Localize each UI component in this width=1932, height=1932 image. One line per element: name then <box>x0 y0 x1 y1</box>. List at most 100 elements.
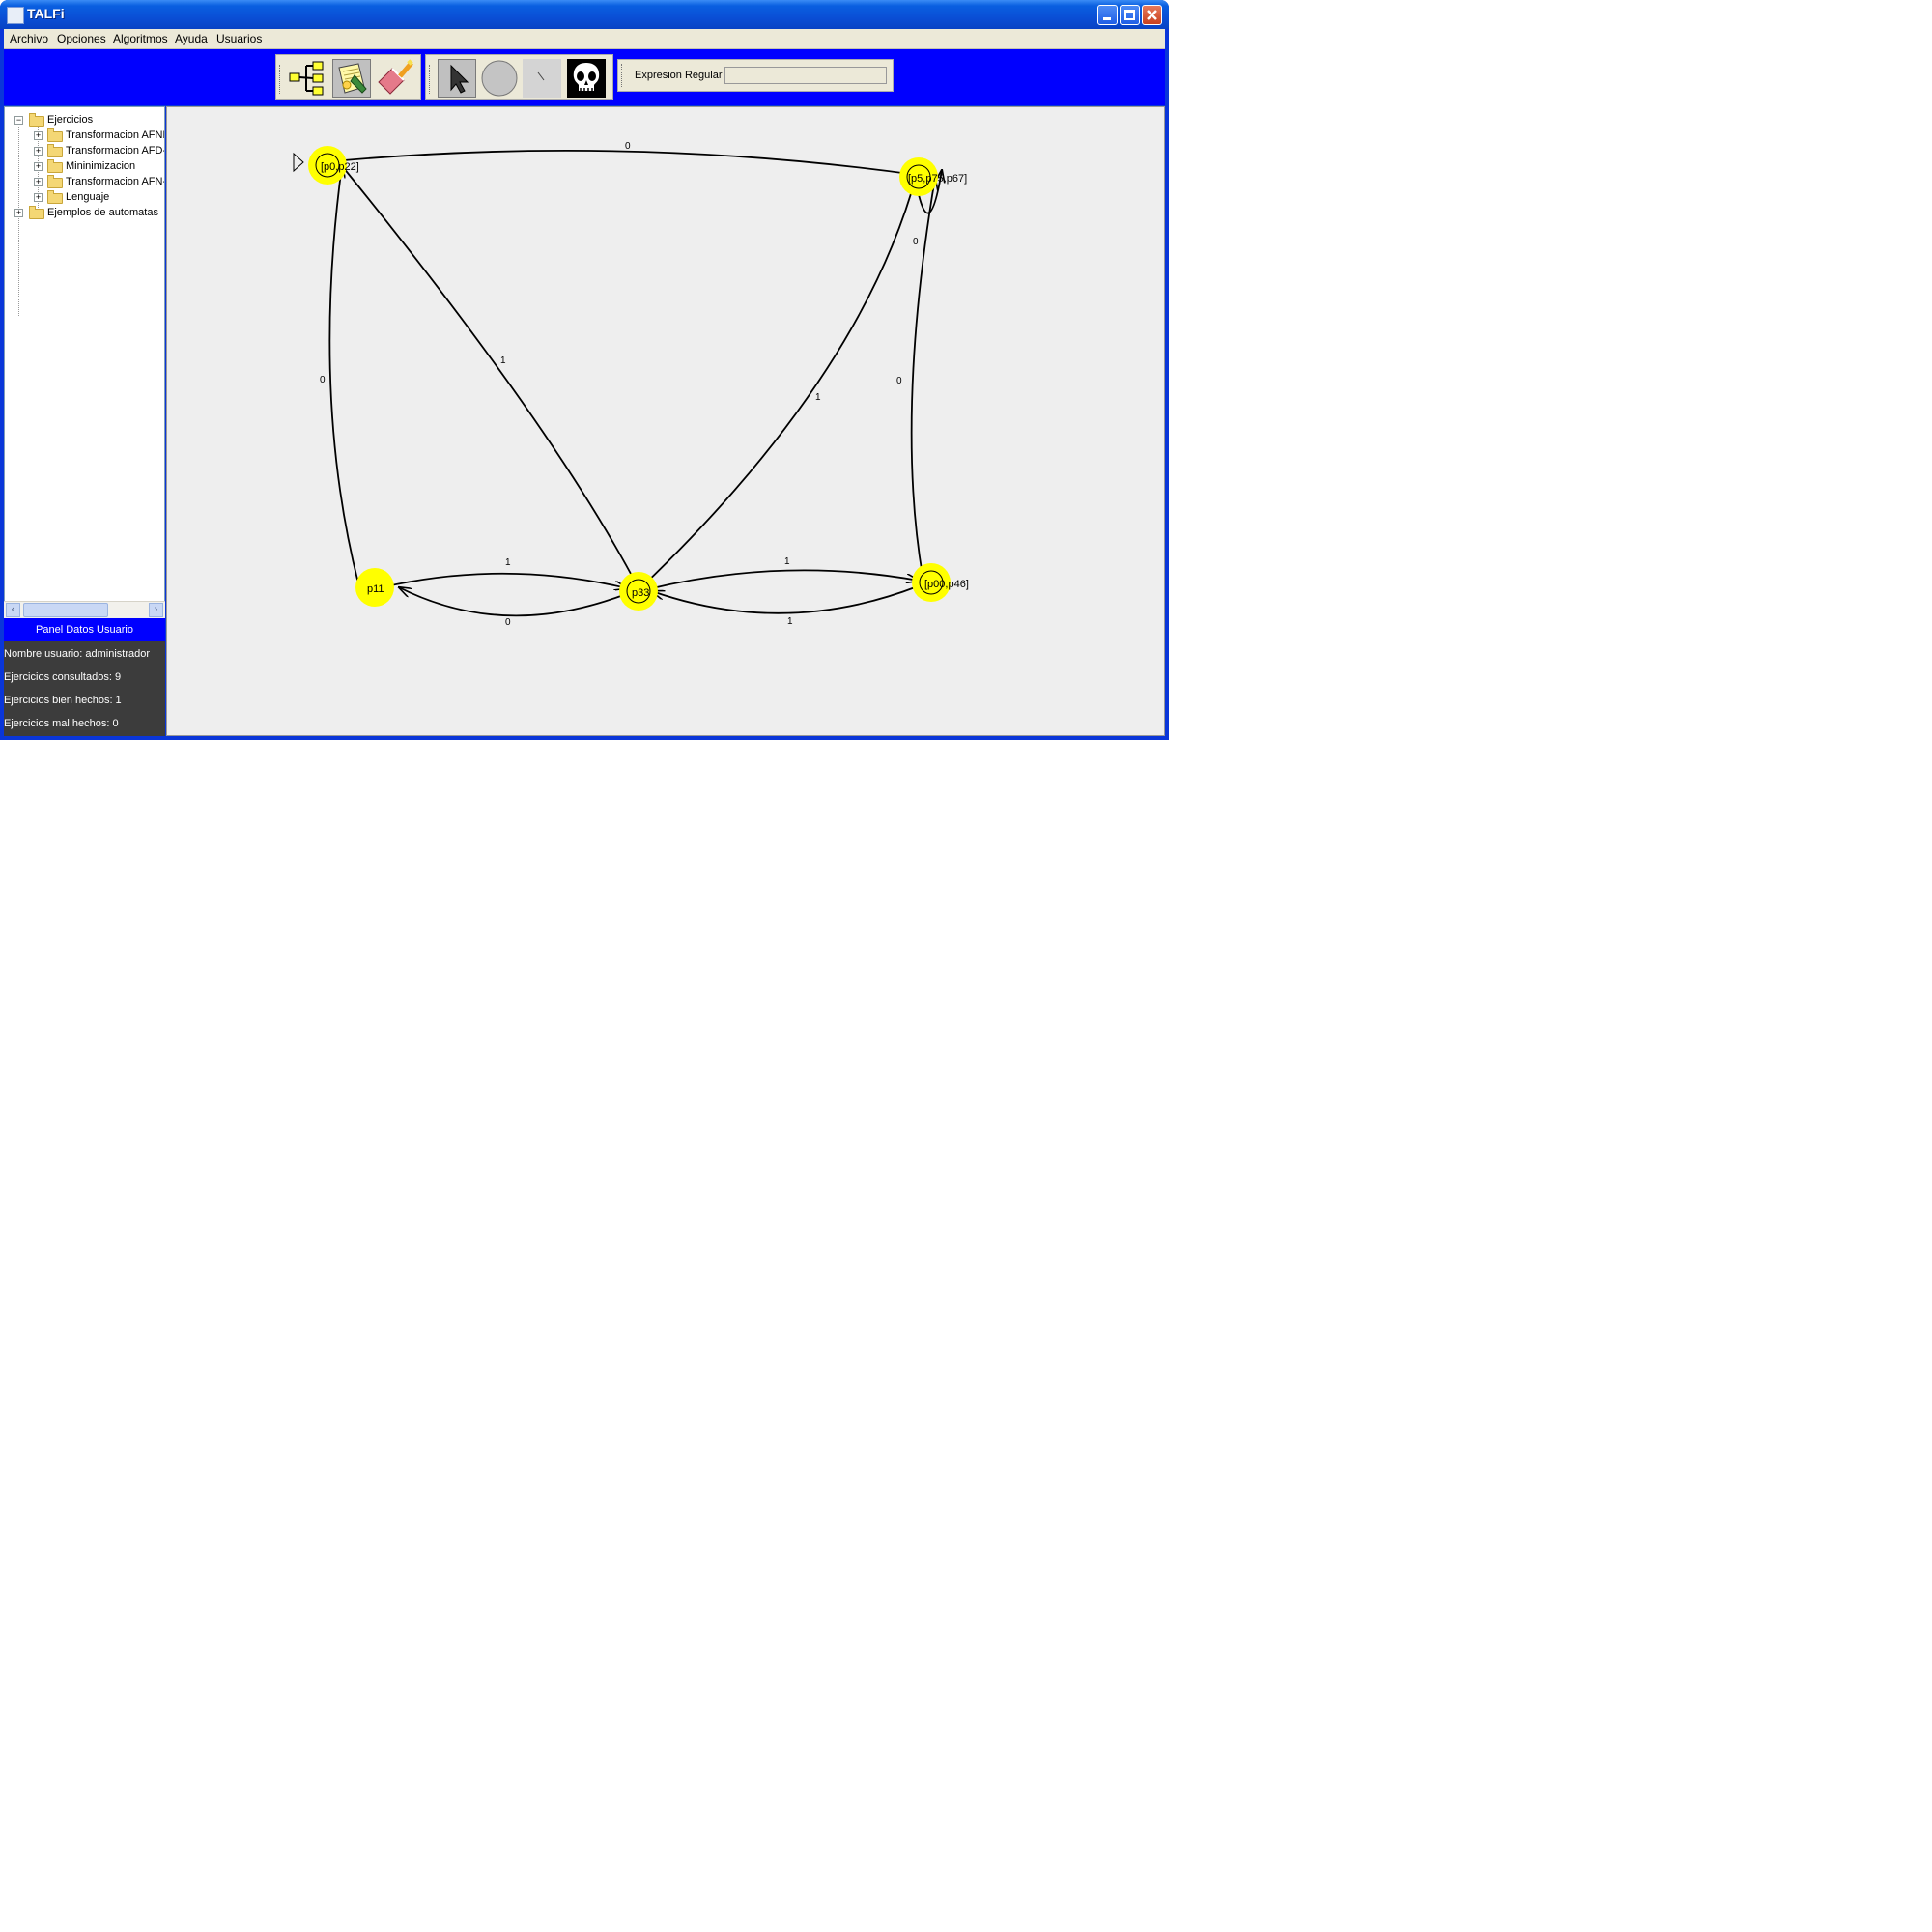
window-title: TALFi <box>27 6 65 21</box>
minimize-icon <box>1103 17 1111 20</box>
automaton-graph[interactable]: 0100101011 [p0,p22][p5,p75,p67]p11 p33[p0… <box>166 106 1165 736</box>
state-label: [p0,p22] <box>321 161 359 173</box>
folder-icon <box>47 144 63 157</box>
expand-icon[interactable]: + <box>14 209 23 217</box>
add-state-button[interactable] <box>480 59 519 98</box>
tree-label: Lenguaje <box>66 191 110 203</box>
tree-label: Ejemplos de automatas <box>47 207 158 218</box>
scroll-thumb[interactable] <box>23 603 108 617</box>
states-layer: [p0,p22] [p5,p75,p67] p11 p33 [p00,p46] <box>308 146 969 611</box>
transition-label: 0 <box>505 617 511 628</box>
tree-label: Mininimizacion <box>66 160 136 172</box>
transition-label: 0 <box>320 375 326 385</box>
tree-hscrollbar[interactable]: ‹ › <box>4 601 165 618</box>
collapse-icon[interactable]: − <box>14 116 23 125</box>
transition-s2-s4[interactable] <box>641 173 918 587</box>
transition-s3-s4[interactable] <box>382 572 627 588</box>
regex-input[interactable] <box>724 67 887 84</box>
state-label: [p5,p75,p67] <box>908 173 967 185</box>
expand-icon[interactable]: + <box>34 178 43 186</box>
toolbar-grip[interactable] <box>429 65 433 94</box>
regex-panel: Expresion Regular <box>617 59 894 92</box>
maximize-button[interactable] <box>1120 5 1140 25</box>
line-transition-icon <box>523 59 561 98</box>
add-transition-button[interactable] <box>523 59 561 98</box>
tree-label: Transformacion AFN- <box>66 176 165 187</box>
transition-label: 1 <box>784 556 790 567</box>
transition-s4-s5[interactable] <box>647 569 919 590</box>
tree-node-ejercicios[interactable]: − Ejercicios <box>5 113 164 128</box>
exercises-correct: Ejercicios bien hechos: 1 <box>4 695 122 706</box>
transition-s1-s4[interactable] <box>342 166 638 586</box>
regex-label: Expresion Regular <box>635 70 723 81</box>
circle-state-icon <box>481 60 518 97</box>
app-icon <box>7 7 24 24</box>
transition-label: 0 <box>896 376 902 386</box>
state-label: p33 <box>632 587 649 599</box>
menu-opciones[interactable]: Opciones <box>57 32 106 45</box>
transition-label: 1 <box>815 392 821 403</box>
transition-label: 1 <box>505 557 511 568</box>
tree-node-minimizacion[interactable]: + Mininimizacion <box>5 159 164 175</box>
tree-node-transformacion-afnl[interactable]: + Transformacion AFNL <box>5 128 165 144</box>
transition-s3-s1[interactable] <box>328 165 359 584</box>
skull-icon <box>573 63 600 92</box>
exercises-consulted: Ejercicios consultados: 9 <box>4 671 122 683</box>
transition-label: 1 <box>787 616 793 627</box>
folder-open-icon <box>29 113 44 127</box>
transition-s5-s4[interactable] <box>652 585 919 614</box>
user-panel-title: Panel Datos Usuario <box>4 618 165 641</box>
menu-algoritmos[interactable]: Algoritmos <box>113 32 168 45</box>
user-name: Nombre usuario: administrador <box>4 648 151 660</box>
eraser-button[interactable] <box>375 59 413 98</box>
pointer-icon <box>450 64 469 94</box>
scroll-right-button[interactable]: › <box>149 603 163 617</box>
expand-icon[interactable]: + <box>34 193 43 202</box>
folder-icon <box>47 190 63 204</box>
user-panel: Nombre usuario: administrador Ejercicios… <box>4 641 165 736</box>
state-label: p11 <box>367 583 384 595</box>
title-bar[interactable]: TALFi <box>0 0 1169 29</box>
menu-bar: Archivo Opciones Algoritmos Ayuda Usuari… <box>4 29 1165 49</box>
tree-label: Ejercicios <box>47 114 94 126</box>
folder-icon <box>47 159 63 173</box>
notepad-button[interactable] <box>332 59 371 98</box>
close-icon <box>1147 10 1157 20</box>
delete-button[interactable] <box>567 59 606 98</box>
toolbar-group-edit <box>425 54 613 100</box>
tree-node-transformacion-afd[interactable]: + Transformacion AFD- <box>5 144 165 159</box>
notepad-icon <box>338 63 367 94</box>
transitions-layer: 0 1 0 0 1 0 1 0 1 1 <box>320 141 942 628</box>
toolbar-grip[interactable] <box>279 65 283 94</box>
menu-usuarios[interactable]: Usuarios <box>216 32 262 45</box>
tree-node-ejemplos[interactable]: + Ejemplos de automatas <box>5 206 164 221</box>
eraser-icon <box>378 59 413 95</box>
expand-icon[interactable]: + <box>34 131 43 140</box>
expand-icon[interactable]: + <box>34 162 43 171</box>
transition-s4-s3[interactable] <box>399 587 627 617</box>
transition-s1-s2[interactable] <box>343 150 917 175</box>
transition-label: 0 <box>913 237 919 247</box>
tree-node-lenguaje[interactable]: + Lenguaje <box>5 190 164 206</box>
toolbar-grip[interactable] <box>621 64 625 87</box>
scroll-left-button[interactable]: ‹ <box>6 603 20 617</box>
exercises-wrong: Ejercicios mal hechos: 0 <box>4 718 119 729</box>
close-button[interactable] <box>1142 5 1162 25</box>
pointer-button[interactable] <box>438 59 476 98</box>
exercise-tree: − Ejercicios + Transformacion AFNL + Tra… <box>4 106 165 618</box>
folder-icon <box>47 128 63 142</box>
diagram-icon <box>289 61 324 96</box>
expand-icon[interactable]: + <box>34 147 43 156</box>
transition-label: 0 <box>625 141 631 152</box>
tree-node-transformacion-afn[interactable]: + Transformacion AFN- <box>5 175 165 190</box>
folder-icon <box>47 175 63 188</box>
state-label: [p00,p46] <box>924 579 969 590</box>
menu-archivo[interactable]: Archivo <box>10 32 48 45</box>
diagram-button[interactable] <box>288 59 327 98</box>
minimize-button[interactable] <box>1097 5 1118 25</box>
tree-label: Transformacion AFD- <box>66 145 165 156</box>
initial-state-marker <box>293 152 304 173</box>
toolbar-group-files <box>275 54 421 100</box>
tree-label: Transformacion AFNL <box>66 129 165 141</box>
menu-ayuda[interactable]: Ayuda <box>175 32 208 45</box>
